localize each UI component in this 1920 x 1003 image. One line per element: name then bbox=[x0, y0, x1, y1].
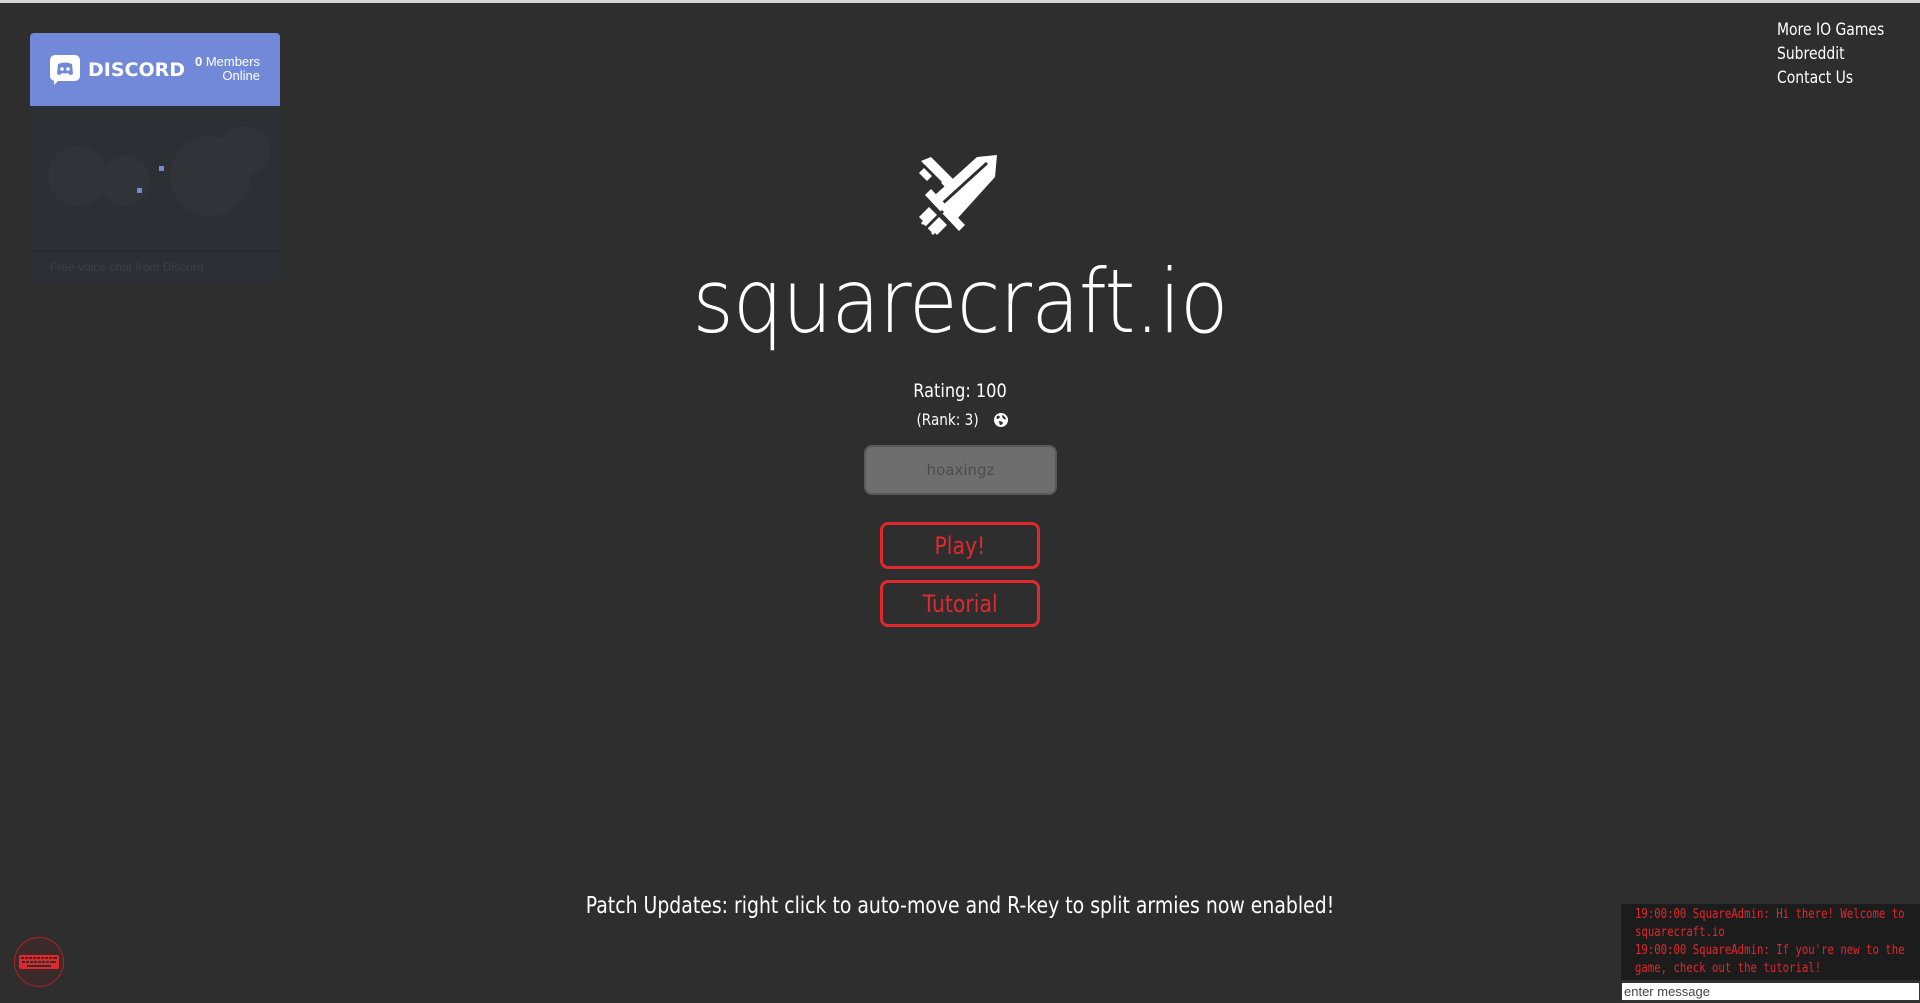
discord-widget[interactable]: DISCORD 0 Members Online Free voice chat… bbox=[30, 33, 280, 282]
ghost-avatar bbox=[48, 146, 108, 206]
top-links: More IO Games Subreddit Contact Us bbox=[1777, 18, 1908, 90]
subreddit-link[interactable]: Subreddit bbox=[1777, 42, 1845, 66]
discord-members-online: 0 Members Online bbox=[195, 55, 260, 83]
discord-wordmark: DISCORD bbox=[88, 58, 186, 81]
discord-icon bbox=[50, 54, 80, 85]
rank-label: (Rank: 3) bbox=[916, 410, 980, 429]
more-io-games-link[interactable]: More IO Games bbox=[1777, 18, 1884, 42]
play-button-label: Play! bbox=[934, 531, 986, 560]
discord-header: DISCORD 0 Members Online bbox=[30, 33, 280, 106]
ghost-avatar bbox=[220, 126, 270, 176]
keyboard-button[interactable] bbox=[14, 937, 64, 987]
chat-log[interactable]: 19:00:00 SquareAdmin: Hi there! Welcome … bbox=[1621, 904, 1920, 980]
globe-icon[interactable] bbox=[993, 412, 1009, 428]
chat-input[interactable] bbox=[1621, 982, 1920, 1001]
members-label: Members bbox=[205, 54, 260, 69]
tutorial-button-label: Tutorial bbox=[922, 589, 998, 618]
status-dot bbox=[137, 188, 142, 193]
online-label: Online bbox=[222, 68, 260, 83]
rank-row: (Rank: 3) bbox=[0, 410, 1920, 429]
keyboard-icon bbox=[19, 955, 59, 969]
top-border bbox=[0, 0, 1920, 3]
crossed-swords-icon bbox=[919, 155, 997, 235]
ghost-avatar bbox=[100, 156, 150, 206]
tutorial-button[interactable]: Tutorial bbox=[880, 580, 1040, 627]
members-count: 0 bbox=[194, 54, 203, 69]
nickname-input[interactable] bbox=[864, 445, 1057, 495]
play-button[interactable]: Play! bbox=[880, 522, 1040, 569]
chat-message: 19:00:00 SquareAdmin: If you're new to t… bbox=[1635, 943, 1905, 976]
chat-message: 19:00:00 SquareAdmin: Hi there! Welcome … bbox=[1635, 907, 1905, 940]
discord-logo[interactable]: DISCORD bbox=[50, 54, 186, 85]
contact-us-link[interactable]: Contact Us bbox=[1777, 66, 1853, 90]
discord-body bbox=[30, 106, 280, 251]
rating-label: Rating: 100 bbox=[913, 380, 1007, 402]
game-title: squarecraft.io bbox=[692, 250, 1228, 353]
status-dot bbox=[159, 166, 164, 171]
patch-notes: Patch Updates: right click to auto-move … bbox=[585, 893, 1335, 919]
